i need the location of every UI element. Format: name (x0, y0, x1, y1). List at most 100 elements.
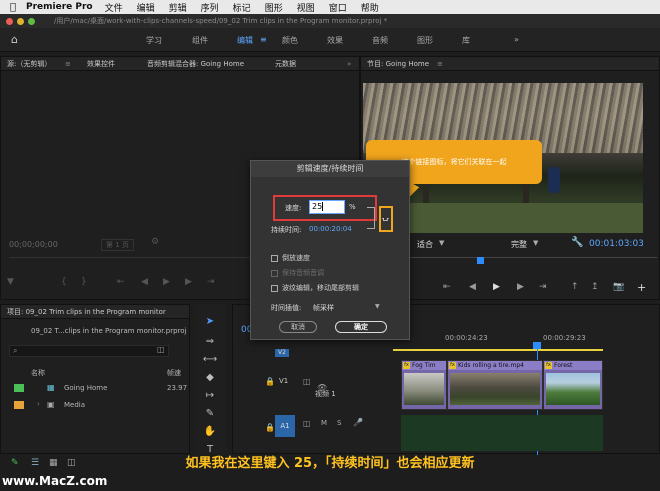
workspace-tab-assembly[interactable]: 组件 (192, 35, 208, 46)
checkbox-box[interactable] (271, 284, 278, 292)
list-item[interactable]: ▦ Going Home 23.97 (1, 381, 191, 395)
clip-kids-rolling-tire[interactable]: fx Kids rolling a tire.mp4 (447, 360, 543, 410)
app-menu[interactable]: Premiere Pro (26, 2, 93, 12)
fit-dropdown[interactable]: 适合 (417, 239, 433, 250)
menu-window[interactable]: 窗口 (329, 1, 347, 14)
list-item[interactable]: › ▣ Media (1, 398, 191, 412)
menu-sequence[interactable]: 序列 (201, 1, 219, 14)
go-to-out-icon[interactable]: ⇥ (539, 282, 547, 292)
quality-dropdown[interactable]: 完整 (511, 239, 527, 250)
reverse-speed-checkbox[interactable]: 倒放速度 (271, 253, 310, 263)
menu-edit[interactable]: 编辑 (137, 1, 155, 14)
play-button-icon[interactable]: ▶ (493, 282, 500, 292)
workspace-tab-graphics[interactable]: 图形 (417, 35, 433, 46)
wrench-icon[interactable]: 🔧 (571, 237, 583, 248)
marker-icon[interactable]: ▼ (7, 277, 14, 287)
solo-button[interactable]: S (337, 419, 341, 427)
go-to-out-icon[interactable]: ⇥ (207, 277, 215, 287)
hand-tool-icon[interactable]: ✋ (202, 426, 218, 437)
menu-markers[interactable]: 标记 (233, 1, 251, 14)
link-chain-icon[interactable]: ⍽ (382, 212, 389, 222)
source-timecode[interactable]: 00;00;00;00 (9, 240, 58, 249)
interpolation-chevron-icon[interactable]: ▼ (375, 303, 380, 310)
ok-button[interactable]: 确定 (335, 321, 387, 333)
column-name[interactable]: 名称 (31, 368, 45, 378)
step-forward-icon[interactable]: ▶ (517, 282, 524, 292)
play-icon[interactable]: ▶ (163, 277, 170, 287)
menu-help[interactable]: 帮助 (361, 1, 379, 14)
microphone-icon[interactable]: 🎤 (353, 418, 363, 427)
add-button-icon[interactable]: + (637, 281, 646, 294)
project-search-input[interactable]: ⌕ (9, 345, 169, 357)
source-page-selector[interactable]: 第 1 页 (101, 239, 134, 251)
tab-metadata[interactable]: 元数据 (275, 57, 296, 71)
program-timecode[interactable]: 00:01:03:03 (589, 239, 644, 249)
home-icon[interactable]: ⌂ (11, 33, 18, 46)
menu-graphics[interactable]: 图形 (265, 1, 283, 14)
mute-button[interactable]: M (321, 419, 327, 427)
checkbox-box[interactable] (271, 269, 278, 277)
expand-chevron-icon[interactable]: › (37, 400, 40, 408)
fit-chevron-icon[interactable]: ▼ (439, 239, 444, 247)
source-settings-icon[interactable]: ⚙ (151, 237, 159, 247)
step-back-icon[interactable]: ◀ (469, 282, 476, 292)
lock-icon[interactable]: 🔒 (265, 423, 275, 432)
mark-out-icon[interactable]: } (81, 277, 87, 287)
label-color-swatch[interactable] (14, 384, 24, 392)
lift-icon[interactable]: ↑ (571, 282, 579, 292)
more-workspaces-icon[interactable]: » (514, 35, 519, 44)
menu-clip[interactable]: 剪辑 (169, 1, 187, 14)
clip-forest[interactable]: fx Forest (543, 360, 603, 410)
go-to-in-icon[interactable]: ⇤ (117, 277, 125, 287)
tab-menu-icon[interactable]: ≡ (65, 57, 71, 71)
work-area-bar[interactable] (393, 349, 603, 351)
workspace-tab-audio[interactable]: 音频 (372, 35, 388, 46)
zoom-window-button[interactable] (28, 18, 35, 25)
extract-icon[interactable]: ↥ (591, 282, 599, 292)
program-menu-icon[interactable]: ≡ (437, 57, 443, 71)
maintain-pitch-checkbox[interactable]: 保持音频音调 (271, 268, 324, 278)
video-track-id[interactable]: V1 (279, 377, 288, 385)
workspace-tab-effects[interactable]: 效果 (327, 35, 343, 46)
column-frame-rate[interactable]: 帧速 (167, 368, 181, 378)
menu-view[interactable]: 视图 (297, 1, 315, 14)
lock-icon[interactable]: 🔒 (265, 377, 275, 386)
interpolation-select[interactable]: 帧采样 (313, 303, 334, 313)
close-window-button[interactable] (6, 18, 13, 25)
camera-icon[interactable]: 📷 (613, 282, 624, 292)
sync-lock-icon[interactable]: ◫ (303, 377, 311, 386)
workspace-tab-learn[interactable]: 学习 (146, 35, 162, 46)
clip-fog[interactable]: fx Fog Tim (401, 360, 447, 410)
selection-tool-icon[interactable]: ➤ (202, 316, 218, 327)
sync-lock-icon[interactable]: ◫ (303, 419, 311, 428)
minimize-window-button[interactable] (17, 18, 24, 25)
pen-tool-icon[interactable]: ✎ (202, 408, 218, 419)
speed-input[interactable]: 25 (309, 200, 345, 214)
razor-tool-icon[interactable]: ◆ (202, 372, 218, 383)
workspace-tab-color[interactable]: 颜色 (282, 35, 298, 46)
audio-track-id[interactable]: A1 (275, 415, 295, 437)
step-forward-icon[interactable]: ▶ (185, 277, 192, 287)
tab-source[interactable]: 源:（无剪辑） (7, 57, 51, 71)
playhead-icon[interactable] (477, 257, 484, 264)
go-to-in-icon[interactable]: ⇤ (443, 282, 451, 292)
mark-in-icon[interactable]: { (61, 277, 67, 287)
duration-value[interactable]: 00:00:20:04 (309, 225, 352, 233)
workspace-tab-libraries[interactable]: 库 (462, 35, 470, 46)
track-select-tool-icon[interactable]: ⇒ (202, 336, 218, 347)
checkbox-box[interactable] (271, 254, 278, 262)
apple-icon[interactable]:  (0, 2, 26, 13)
menu-file[interactable]: 文件 (105, 1, 123, 14)
audio-track-area[interactable] (401, 415, 603, 451)
more-panels-icon[interactable]: » (347, 57, 351, 71)
tab-audio-clip-mixer[interactable]: 音频剪辑混合器: Going Home (147, 57, 244, 71)
label-color-swatch[interactable] (14, 401, 24, 409)
v2-track-target[interactable]: V2 (275, 349, 289, 357)
quality-chevron-icon[interactable]: ▼ (533, 239, 538, 247)
tab-effect-controls[interactable]: 效果控件 (87, 57, 115, 71)
playhead-handle-icon[interactable] (533, 342, 541, 349)
cancel-button[interactable]: 取消 (279, 321, 317, 333)
slip-tool-icon[interactable]: ↦ (202, 390, 218, 401)
program-title[interactable]: 节目: Going Home (367, 57, 429, 71)
step-back-icon[interactable]: ◀ (141, 277, 148, 287)
